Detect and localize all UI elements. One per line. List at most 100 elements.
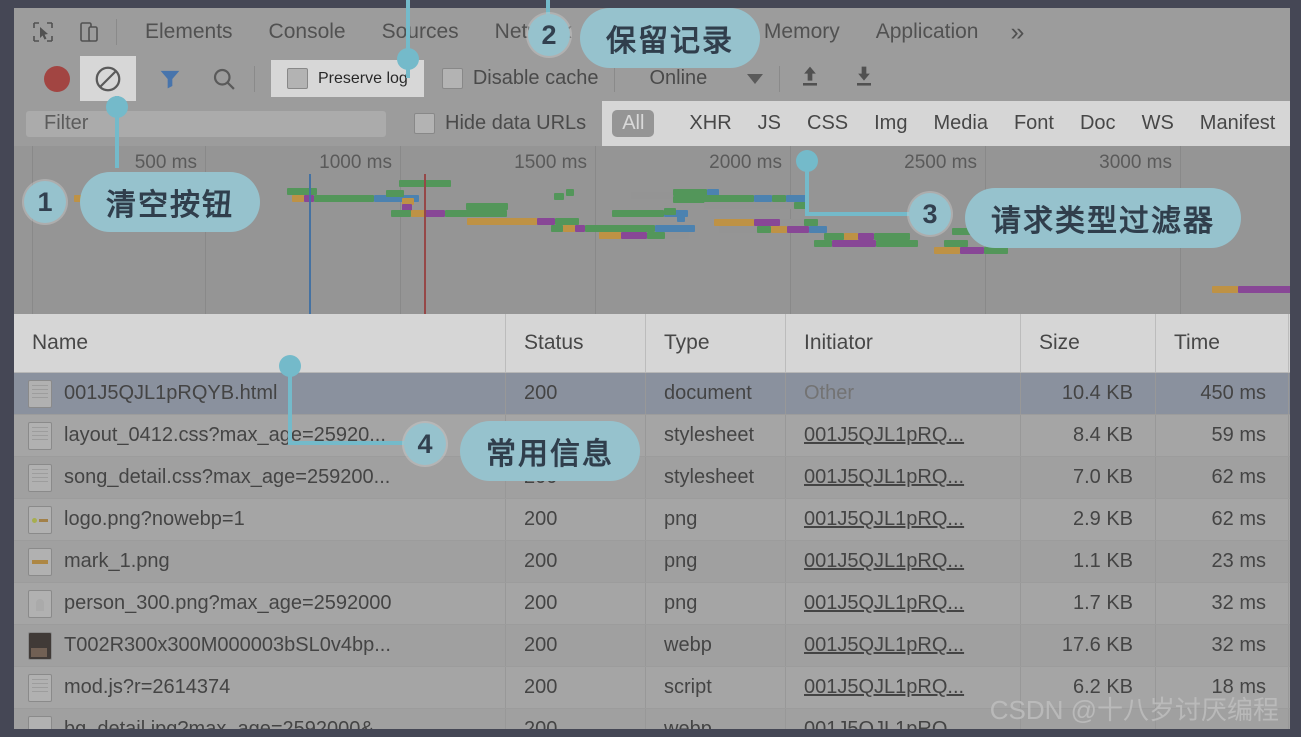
cell-initiator-link[interactable]: 001J5QJL1pRQ... [804, 508, 964, 531]
callout-pill-1: 清空按钮 [80, 172, 260, 232]
overview-tick-label: 1500 ms [514, 152, 587, 173]
type-filter-js[interactable]: JS [745, 112, 794, 135]
document-file-icon [28, 379, 52, 408]
cell-initiator[interactable]: 001J5QJL1pRQ... [786, 709, 1021, 729]
cell-initiator-link[interactable]: 001J5QJL1pRQ... [804, 718, 964, 729]
cell-initiator-link[interactable]: 001J5QJL1pRQ... [804, 676, 964, 699]
cell-type: png [646, 499, 786, 540]
callout-pill-3: 请求类型过滤器 [965, 188, 1241, 248]
clear-icon [95, 66, 121, 91]
cell-initiator[interactable]: 001J5QJL1pRQ... [786, 625, 1021, 666]
table-row[interactable]: mark_1.png 200 png 001J5QJL1pRQ... 1.1 K… [14, 541, 1290, 583]
search-icon[interactable] [210, 65, 238, 93]
tab-application[interactable]: Application [858, 20, 997, 44]
cell-initiator[interactable]: 001J5QJL1pRQ... [786, 499, 1021, 540]
table-row[interactable]: T002R300x300M000003bSL0v4bp... 200 webp … [14, 625, 1290, 667]
throttling-select[interactable]: Online [649, 67, 764, 90]
cell-initiator-link[interactable]: 001J5QJL1pRQ... [804, 424, 964, 447]
column-header-time[interactable]: Time [1156, 314, 1289, 372]
type-filter-xhr[interactable]: XHR [676, 112, 744, 135]
column-header-initiator[interactable]: Initiator [786, 314, 1021, 372]
type-filter-all[interactable]: All [612, 110, 655, 137]
overview-tick-label: 3000 ms [1099, 152, 1172, 173]
callout-badge-1: 1 [24, 181, 66, 223]
cell-name: bg_detail.jpg?max_age=2592000&... [14, 709, 506, 729]
callout-badge-4: 4 [404, 423, 446, 465]
script-file-icon [28, 673, 52, 702]
cell-initiator-link[interactable]: 001J5QJL1pRQ... [804, 550, 964, 573]
column-header-type[interactable]: Type [646, 314, 786, 372]
cell-name-text: logo.png?nowebp=1 [64, 508, 245, 530]
type-filter-img[interactable]: Img [861, 112, 920, 135]
type-filter-doc[interactable]: Doc [1067, 112, 1129, 135]
filter-placeholder: Filter [44, 112, 89, 134]
type-filter-font[interactable]: Font [1001, 112, 1067, 135]
cell-time: 59 ms [1156, 415, 1289, 456]
cell-name-text: person_300.png?max_age=2592000 [64, 592, 392, 614]
preserve-log-checkbox[interactable] [287, 68, 308, 89]
tab-memory[interactable]: Memory [746, 20, 858, 44]
tabstrip-divider [116, 19, 117, 45]
disable-cache-control[interactable]: Disable cache [441, 67, 598, 90]
resource-type-filters: All XHR JS CSS Img Media Font Doc WS Man… [602, 101, 1290, 146]
cell-initiator[interactable]: 001J5QJL1pRQ... [786, 667, 1021, 708]
image-file-icon [28, 715, 52, 729]
cell-name: person_300.png?max_age=2592000 [14, 583, 506, 624]
hide-data-urls-checkbox[interactable] [414, 113, 435, 134]
image-file-icon [28, 505, 52, 534]
type-filter-manifest[interactable]: Manifest [1187, 112, 1289, 135]
cell-initiator-link[interactable]: 001J5QJL1pRQ... [804, 466, 964, 489]
cell-initiator[interactable]: 001J5QJL1pRQ... [786, 541, 1021, 582]
column-header-status[interactable]: Status [506, 314, 646, 372]
cell-type: webp [646, 709, 786, 729]
filter-icon[interactable] [156, 65, 184, 93]
table-row[interactable]: person_300.png?max_age=2592000 200 png 0… [14, 583, 1290, 625]
control-divider [254, 65, 255, 92]
clear-button[interactable] [80, 56, 136, 101]
table-row[interactable]: 001J5QJL1pRQYB.html 200 document Other 1… [14, 373, 1290, 415]
devtools-panel: Elements Console Sources Network Perform… [14, 8, 1290, 729]
hide-data-urls-label: Hide data URLs [445, 112, 587, 134]
tab-console[interactable]: Console [251, 20, 364, 44]
requests-table: Name Status Type Initiator Size Time 001… [14, 314, 1290, 729]
column-header-size[interactable]: Size [1021, 314, 1156, 372]
cell-name-text: song_detail.css?max_age=259200... [64, 466, 391, 488]
preserve-log-label: Preserve log [318, 69, 408, 87]
cell-initiator[interactable]: 001J5QJL1pRQ... [786, 583, 1021, 624]
overview-gridline [400, 146, 401, 314]
import-har-icon[interactable] [796, 62, 824, 95]
overview-gutter [14, 146, 33, 314]
requests-table-header: Name Status Type Initiator Size Time [14, 314, 1290, 373]
cell-initiator[interactable]: 001J5QJL1pRQ... [786, 415, 1021, 456]
tab-sources[interactable]: Sources [364, 20, 477, 44]
table-row[interactable]: layout_0412.css?max_age=25920... 200 sty… [14, 415, 1290, 457]
callout-leader-4b [288, 441, 408, 445]
cell-time: 32 ms [1156, 583, 1289, 624]
type-filter-css[interactable]: CSS [794, 112, 861, 135]
filter-input[interactable]: Filter [26, 110, 386, 137]
hide-data-urls-control[interactable]: Hide data URLs [414, 112, 586, 135]
type-filter-media[interactable]: Media [920, 112, 1000, 135]
cell-initiator[interactable]: 001J5QJL1pRQ... [786, 457, 1021, 498]
column-header-name[interactable]: Name [14, 314, 506, 372]
cell-initiator-link[interactable]: 001J5QJL1pRQ... [804, 634, 964, 657]
table-row[interactable]: song_detail.css?max_age=259200... 200 st… [14, 457, 1290, 499]
callout-leader-4 [288, 365, 292, 445]
more-tabs-button[interactable]: » [996, 18, 1038, 47]
overview-tick-label: 2500 ms [904, 152, 977, 173]
callout-leader-dot-3 [796, 150, 818, 172]
cell-size: 1.1 KB [1021, 541, 1156, 582]
record-button[interactable] [44, 65, 70, 92]
type-filter-ws[interactable]: WS [1129, 112, 1187, 135]
device-toolbar-icon[interactable] [72, 17, 106, 47]
cell-time: 62 ms [1156, 457, 1289, 498]
cell-time: 23 ms [1156, 541, 1289, 582]
table-row[interactable]: logo.png?nowebp=1 200 png 001J5QJL1pRQ..… [14, 499, 1290, 541]
cursor-inspect-icon[interactable] [26, 17, 60, 47]
export-har-icon[interactable] [850, 62, 878, 95]
cell-initiator-link[interactable]: 001J5QJL1pRQ... [804, 592, 964, 615]
disable-cache-checkbox[interactable] [441, 68, 463, 89]
cell-type: stylesheet [646, 415, 786, 456]
cell-status: 200 [506, 373, 646, 414]
tab-elements[interactable]: Elements [127, 20, 251, 44]
